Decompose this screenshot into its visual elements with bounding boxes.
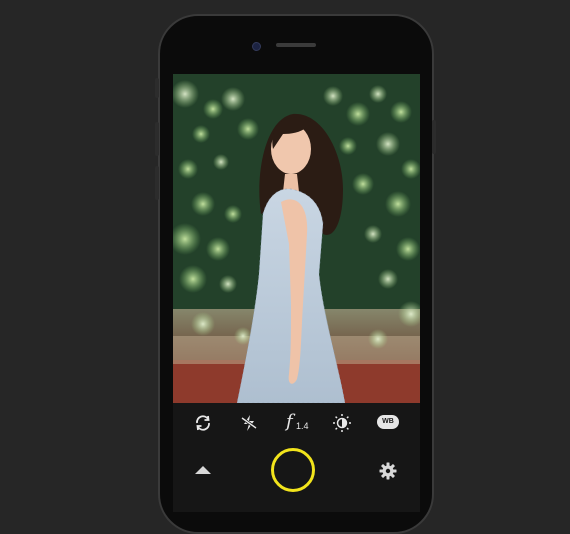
camera-viewfinder[interactable] xyxy=(173,74,420,403)
app-screen: f 1.4 WB xyxy=(173,74,420,512)
aperture-control[interactable]: f 1.4 xyxy=(283,411,313,433)
volume-down-button xyxy=(155,166,159,200)
power-button xyxy=(432,120,436,154)
aperture-value: 1.4 xyxy=(296,421,309,431)
chevron-up-icon[interactable] xyxy=(195,466,211,474)
shutter-button[interactable] xyxy=(271,448,315,492)
flash-off-icon[interactable] xyxy=(236,413,262,433)
mute-switch xyxy=(155,78,159,98)
earpiece-speaker xyxy=(276,43,316,47)
sun-half-icon[interactable] xyxy=(329,413,355,433)
gear-icon[interactable] xyxy=(379,462,397,480)
aperture-symbol: f xyxy=(286,411,293,432)
white-balance-button[interactable]: WB xyxy=(377,415,399,429)
refresh-cycle-icon[interactable] xyxy=(190,413,216,433)
front-camera xyxy=(252,42,261,51)
viewfinder-preview xyxy=(173,74,420,403)
white-balance-label: WB xyxy=(382,418,394,425)
volume-up-button xyxy=(155,122,159,156)
camera-controls-bar: f 1.4 WB xyxy=(173,403,420,512)
